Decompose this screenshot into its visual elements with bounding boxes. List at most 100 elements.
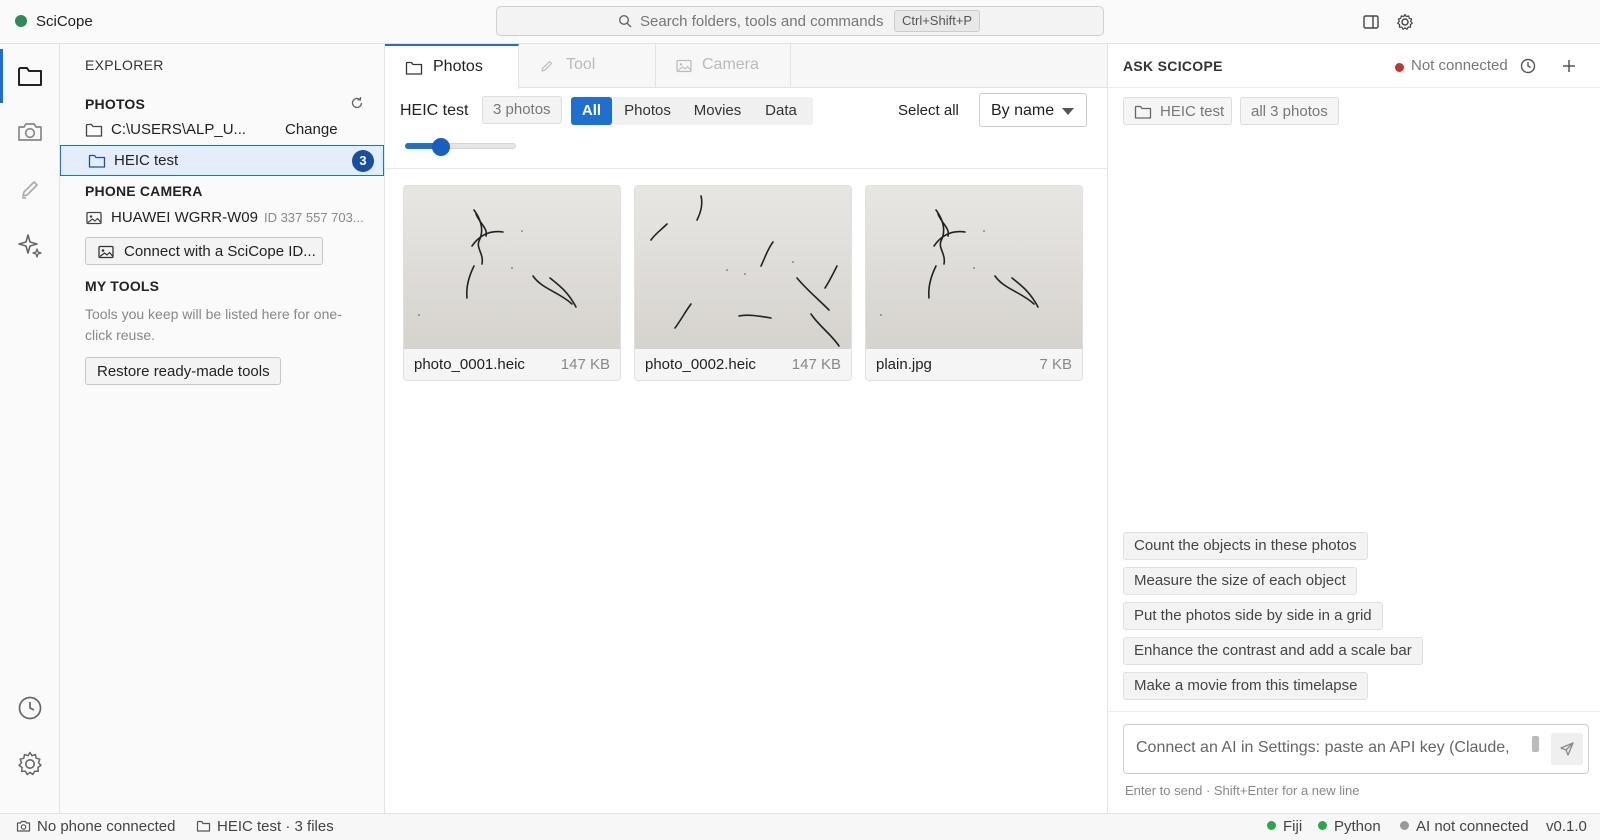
settings-button[interactable] [1395, 12, 1415, 32]
context-chip-folder[interactable]: HEIC test [1123, 97, 1232, 125]
active-indicator [0, 49, 3, 103]
folder-status[interactable]: HEIC test · 3 files [196, 818, 334, 835]
context-chip-label: all 3 photos [1251, 103, 1328, 120]
ai-status-text: AI not connected [1416, 818, 1529, 835]
filter-data[interactable]: Data [752, 97, 810, 125]
refresh-button[interactable] [350, 96, 364, 110]
my-tools-section-title: MY TOOLS [85, 278, 160, 294]
explorer-activity-button[interactable] [15, 61, 45, 91]
photo-filename: photo_0001.heic [414, 356, 525, 373]
filter-photos[interactable]: Photos [612, 97, 683, 125]
input-scrollbar[interactable] [1532, 736, 1539, 752]
tab-photos[interactable]: Photos [385, 44, 519, 89]
suggestion-chip[interactable]: Put the photos side by side in a grid [1123, 602, 1383, 630]
app-name: SciCope [36, 13, 93, 30]
clock-icon [15, 693, 45, 723]
photo-thumbnail [866, 186, 1082, 349]
photo-filesize: 147 KB [560, 356, 610, 373]
selected-folder-row[interactable]: HEIC test 3 [60, 145, 384, 176]
folder-icon [1134, 104, 1152, 120]
folder-status-text: HEIC test · 3 files [217, 818, 334, 835]
ai-panel-header: ASK SCICOPE Not connected [1108, 44, 1600, 88]
command-search[interactable]: Search folders, tools and commands Ctrl+… [496, 6, 1104, 36]
filter-segmented-control: All Photos Movies Data [571, 97, 813, 125]
phone-status-text: No phone connected [37, 818, 176, 835]
suggestion-chip[interactable]: Measure the size of each object [1123, 567, 1357, 595]
pencil-icon [15, 174, 45, 204]
folder-icon [405, 60, 423, 76]
version-label: v0.1.0 [1546, 818, 1587, 835]
select-all-button[interactable]: Select all [898, 102, 959, 119]
explorer-title: EXPLORER [85, 57, 164, 73]
folder-count-badge: 3 [352, 150, 374, 172]
tools-activity-button[interactable] [15, 174, 45, 204]
panel-layout-icon [1361, 12, 1381, 32]
suggestion-chip[interactable]: Make a movie from this timelapse [1123, 672, 1369, 700]
photo-card[interactable]: photo_0001.heic 147 KB [403, 185, 621, 381]
filter-movies[interactable]: Movies [683, 97, 752, 125]
change-folder-button[interactable]: Change [285, 121, 338, 138]
folder-icon [88, 153, 106, 169]
camera-icon [16, 819, 31, 833]
photos-section-title: PHOTOS [85, 96, 146, 112]
activity-bar [0, 44, 60, 813]
folder-title: HEIC test [400, 102, 469, 119]
sort-dropdown[interactable]: By name [979, 93, 1087, 127]
plus-icon [1559, 56, 1579, 76]
ai-activity-button[interactable] [15, 230, 45, 260]
suggestion-chip[interactable]: Enhance the contrast and add a scale bar [1123, 637, 1423, 665]
tab-bar: Photos Tool Camera [385, 44, 1107, 89]
selected-folder-name: HEIC test [114, 152, 179, 169]
tab-photos-label: Photos [433, 58, 483, 75]
clock-icon [1518, 56, 1538, 76]
camera-activity-button[interactable] [15, 117, 45, 147]
history-button[interactable] [1518, 56, 1538, 76]
photo-filename: plain.jpg [876, 356, 932, 373]
context-chip-label: HEIC test [1160, 103, 1225, 120]
slider-thumb[interactable] [431, 138, 450, 156]
device-row[interactable]: HUAWEI WGRR-W09 ID 337 557 703... [85, 206, 385, 232]
send-button[interactable] [1551, 733, 1583, 765]
image-icon [85, 210, 103, 226]
fiji-status-dot [1267, 821, 1276, 830]
python-status[interactable]: Python [1318, 818, 1381, 835]
photo-thumbnail [635, 186, 851, 349]
camera-icon [15, 117, 45, 147]
app-logo [15, 15, 27, 27]
phone-status[interactable]: No phone connected [16, 818, 175, 835]
fiji-status[interactable]: Fiji [1267, 818, 1302, 835]
ai-status[interactable]: AI not connected [1400, 818, 1529, 835]
filter-all[interactable]: All [571, 97, 612, 125]
title-bar: SciCope Search folders, tools and comman… [0, 0, 1600, 44]
connect-scicope-id-button[interactable]: Connect with a SciCope ID... [85, 237, 323, 265]
thumbnail-size-slider[interactable] [405, 138, 516, 156]
divider [1108, 711, 1600, 712]
context-chip-photos[interactable]: all 3 photos [1240, 97, 1339, 125]
status-bar: No phone connected HEIC test · 3 files F… [0, 813, 1600, 840]
tab-tool[interactable]: Tool [519, 44, 656, 88]
photo-filesize: 7 KB [1039, 356, 1072, 373]
gear-icon [1395, 12, 1415, 32]
phone-camera-section-title: PHONE CAMERA [85, 183, 203, 199]
fiji-status-text: Fiji [1283, 818, 1303, 835]
photo-card[interactable]: photo_0002.heic 147 KB [634, 185, 852, 381]
folder-path-row[interactable]: C:\USERS\ALP_U... [85, 118, 285, 144]
tab-tool-label: Tool [566, 56, 596, 73]
restore-tools-button[interactable]: Restore ready-made tools [85, 357, 281, 385]
ai-panel: ASK SCICOPE Not connected HEIC test all … [1107, 44, 1600, 813]
chat-input[interactable]: Connect an AI in Settings: paste an API … [1123, 724, 1589, 774]
sort-value: By name [991, 102, 1055, 119]
device-id: ID 337 557 703... [263, 210, 364, 225]
divider [385, 168, 1107, 169]
restore-button-label: Restore ready-made tools [97, 363, 270, 380]
tab-camera[interactable]: Camera [656, 44, 791, 88]
toggle-panel-button[interactable] [1361, 12, 1381, 32]
history-activity-button[interactable] [15, 693, 45, 723]
settings-activity-button[interactable] [15, 749, 45, 779]
photo-card[interactable]: plain.jpg 7 KB [865, 185, 1083, 381]
image-icon [675, 58, 693, 74]
new-chat-button[interactable] [1559, 56, 1579, 76]
suggestion-chip[interactable]: Count the objects in these photos [1123, 532, 1368, 560]
tools-hint: Tools you keep will be listed here for o… [85, 306, 342, 343]
refresh-icon [350, 96, 364, 110]
